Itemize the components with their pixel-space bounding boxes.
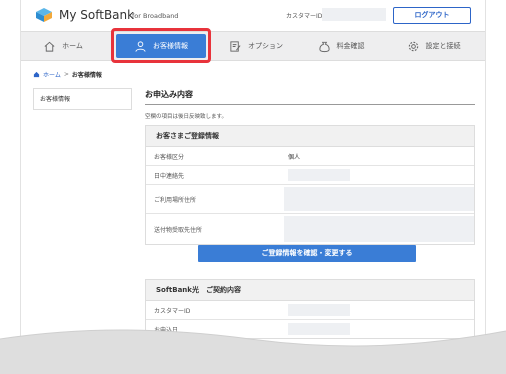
blank-items-note: 空欄の項目は後日反映致します。 [145, 114, 227, 120]
nav-item-label: 料金確認 [336, 42, 365, 50]
brand-subtitle: for Broadband [132, 12, 179, 20]
breadcrumb-current: お客様情報 [71, 72, 102, 79]
row-value [282, 301, 474, 319]
row-value [278, 214, 474, 244]
row-label: ご利用場所住所 [154, 196, 197, 204]
main-nav: ホーム お客様情報 オプション 料金確認 設定と接続 [21, 31, 485, 61]
registration-heading: お客さまご登録情報 [146, 126, 474, 147]
contract-heading: SoftBank光 ご契約内容 [146, 280, 474, 301]
page-title: お申込み内容 [145, 89, 475, 105]
browser-frame: My SoftBank for Broadband カスタマーID： ログアウト… [20, 0, 486, 374]
home-small-icon [33, 71, 40, 78]
table-row: 日中連絡先 [146, 166, 474, 185]
row-value [278, 185, 474, 213]
money-bag-icon [318, 41, 330, 52]
breadcrumb: ホーム > お客様情報 [33, 70, 102, 79]
nav-item-label: 設定と接続 [425, 42, 461, 50]
row-value: 個人 [288, 153, 301, 161]
torn-edge-overlay [0, 329, 506, 374]
row-value [282, 166, 474, 184]
row-label: 送付物受取先住所 [154, 226, 203, 234]
value-box [288, 304, 350, 316]
sidebar-item-customer-info[interactable]: お客様情報 [33, 88, 132, 110]
breadcrumb-separator: > [63, 71, 69, 78]
value-box [284, 216, 474, 242]
table-row: 送付物受取先住所 [146, 214, 474, 244]
registration-table: お客さまご登録情報 お客様区分 個人 日中連絡先 ご利用場所住所 送付物受取先住… [145, 125, 475, 245]
nav-item-settings[interactable]: 設定と接続 [396, 32, 471, 60]
nav-item-billing[interactable]: 料金確認 [311, 32, 371, 60]
row-label: 日中連絡先 [154, 172, 185, 180]
confirm-change-button[interactable]: ご登録情報を確認・変更する [198, 245, 416, 262]
customer-id-value [322, 8, 386, 21]
edit-doc-icon [230, 40, 241, 52]
logout-button[interactable]: ログアウト [393, 7, 471, 24]
row-label: カスタマーID [154, 307, 191, 315]
breadcrumb-home-link[interactable]: ホーム [43, 70, 61, 79]
nav-item-home[interactable]: ホーム [33, 32, 93, 60]
value-box [288, 169, 350, 181]
softbank-logo-icon [36, 8, 52, 22]
home-icon [44, 41, 55, 52]
nav-item-label: オプション [248, 42, 283, 50]
header: My SoftBank for Broadband カスタマーID： ログアウト [21, 0, 485, 30]
highlight-box [111, 28, 211, 63]
gear-icon [408, 41, 418, 51]
value-box [284, 187, 474, 211]
table-row: カスタマーID [146, 301, 474, 320]
brand-name: My SoftBank [59, 8, 135, 22]
row-label: お客様区分 [154, 153, 185, 161]
nav-item-label: ホーム [62, 42, 83, 50]
nav-item-options[interactable]: オプション [221, 32, 291, 60]
table-row: お客様区分 個人 [146, 147, 474, 166]
table-row: ご利用場所住所 [146, 185, 474, 214]
